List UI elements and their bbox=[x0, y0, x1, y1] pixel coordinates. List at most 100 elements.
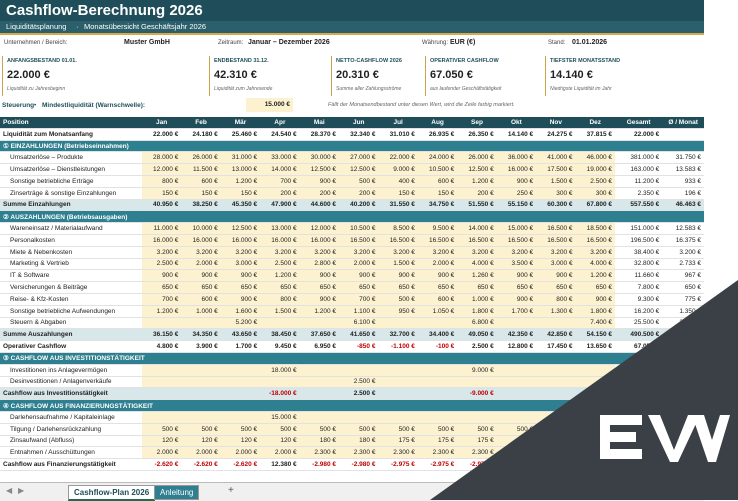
period-value[interactable]: Januar – Dezember 2026 bbox=[248, 39, 330, 46]
cell[interactable]: 2.300 € bbox=[339, 446, 379, 460]
cell[interactable]: 15.000 € bbox=[260, 411, 300, 424]
cell[interactable]: 47.900 € bbox=[260, 199, 300, 212]
cell[interactable]: 150 € bbox=[417, 187, 458, 200]
cell[interactable]: 650 € bbox=[220, 281, 261, 294]
min-liquidity-input[interactable]: 15.000 € bbox=[246, 98, 293, 112]
cell[interactable] bbox=[141, 387, 182, 401]
cell[interactable]: 18.000 € bbox=[260, 364, 300, 377]
cell[interactable]: 800 € bbox=[260, 293, 300, 306]
cell[interactable]: 9.450 € bbox=[260, 340, 300, 353]
cell[interactable]: 2.000 € bbox=[141, 446, 182, 460]
cell[interactable]: 300 € bbox=[575, 187, 615, 200]
cell[interactable] bbox=[181, 317, 221, 330]
cell[interactable]: 32.700 € bbox=[378, 328, 418, 342]
cell[interactable]: 25.460 € bbox=[220, 128, 261, 141]
cell[interactable]: 3.900 € bbox=[181, 340, 221, 353]
cell[interactable]: 2.000 € bbox=[181, 446, 221, 460]
cell[interactable] bbox=[181, 411, 221, 424]
cell[interactable]: 1.200 € bbox=[260, 269, 300, 283]
cell[interactable]: 6.100 € bbox=[339, 317, 379, 330]
cell[interactable]: 650 € bbox=[181, 281, 221, 294]
cell[interactable] bbox=[141, 411, 182, 424]
cell[interactable]: 3.000 € bbox=[220, 258, 261, 271]
cell[interactable]: 12.500 € bbox=[457, 163, 497, 176]
cell[interactable]: 3.000 € bbox=[536, 258, 576, 271]
cell[interactable]: 24.540 € bbox=[260, 128, 300, 141]
cell[interactable]: 16.500 € bbox=[417, 234, 458, 247]
cell[interactable]: 16.000 € bbox=[141, 234, 182, 247]
cell[interactable]: 31.750 € bbox=[662, 151, 704, 165]
cell[interactable] bbox=[141, 317, 182, 330]
cell[interactable]: 151.000 € bbox=[614, 222, 663, 235]
cell[interactable]: 3.200 € bbox=[378, 246, 418, 259]
cell[interactable] bbox=[339, 411, 379, 424]
cell[interactable]: 2.000 € bbox=[339, 258, 379, 271]
cell[interactable]: 2.500 € bbox=[339, 387, 379, 401]
cell[interactable]: -2.620 € bbox=[141, 458, 182, 471]
cell[interactable]: -850 € bbox=[339, 340, 379, 353]
cell[interactable]: 3.200 € bbox=[457, 246, 497, 259]
cell[interactable]: 650 € bbox=[141, 281, 182, 294]
cell[interactable]: 8.500 € bbox=[378, 222, 418, 235]
cell[interactable]: 3.200 € bbox=[299, 246, 340, 259]
cell[interactable]: 36.000 € bbox=[496, 151, 537, 165]
cell[interactable]: 16.500 € bbox=[496, 234, 537, 247]
cell[interactable]: 700 € bbox=[260, 175, 300, 188]
cell[interactable] bbox=[141, 376, 182, 389]
cell[interactable] bbox=[220, 364, 261, 377]
cell[interactable]: 55.150 € bbox=[496, 199, 537, 212]
cell[interactable]: 180 € bbox=[339, 435, 379, 448]
cell[interactable]: 2.300 € bbox=[299, 446, 340, 460]
cell[interactable]: 45.350 € bbox=[220, 199, 261, 212]
cell[interactable]: 16.500 € bbox=[457, 234, 497, 247]
cell[interactable]: 16.500 € bbox=[536, 234, 576, 247]
cell[interactable]: 30.000 € bbox=[299, 151, 340, 165]
cell[interactable]: 500 € bbox=[141, 423, 182, 436]
cell[interactable]: 600 € bbox=[417, 175, 458, 188]
cell[interactable] bbox=[378, 364, 418, 377]
cell[interactable]: 15.000 € bbox=[496, 222, 537, 235]
cell[interactable]: 26.935 € bbox=[417, 128, 458, 141]
cell[interactable]: 11.000 € bbox=[141, 222, 182, 235]
cell[interactable] bbox=[662, 128, 704, 141]
cell[interactable] bbox=[260, 317, 300, 330]
cell[interactable]: 3.200 € bbox=[662, 246, 704, 259]
cell[interactable]: 14.000 € bbox=[457, 222, 497, 235]
cell[interactable]: 2.000 € bbox=[260, 446, 300, 460]
cell[interactable]: 650 € bbox=[299, 281, 340, 294]
cell[interactable]: 31.010 € bbox=[378, 128, 418, 141]
cell[interactable]: 38.450 € bbox=[260, 328, 300, 342]
cell[interactable]: 28.370 € bbox=[299, 128, 340, 141]
company-value[interactable]: Muster GmbH bbox=[124, 39, 170, 46]
cell[interactable]: 16.000 € bbox=[496, 163, 537, 176]
cell[interactable]: 180 € bbox=[299, 435, 340, 448]
cell[interactable]: 3.200 € bbox=[339, 246, 379, 259]
cell[interactable]: 13.000 € bbox=[260, 222, 300, 235]
cell[interactable]: 18.500 € bbox=[575, 222, 615, 235]
cell[interactable]: 12.000 € bbox=[141, 163, 182, 176]
cell[interactable]: 34.350 € bbox=[181, 328, 221, 342]
cell[interactable]: 3.200 € bbox=[220, 246, 261, 259]
cell[interactable]: 150 € bbox=[220, 187, 261, 200]
cell[interactable]: 27.000 € bbox=[339, 151, 379, 165]
cell[interactable]: 46.000 € bbox=[575, 151, 615, 165]
cell[interactable]: 3.200 € bbox=[260, 246, 300, 259]
cell[interactable]: 14.000 € bbox=[260, 163, 300, 176]
cell[interactable]: 12.000 € bbox=[299, 222, 340, 235]
cell[interactable]: 10.500 € bbox=[417, 163, 458, 176]
cell[interactable]: 12.500 € bbox=[339, 163, 379, 176]
cell[interactable]: 200 € bbox=[260, 187, 300, 200]
cell[interactable]: 900 € bbox=[339, 269, 379, 283]
cell[interactable]: 28.000 € bbox=[141, 151, 182, 165]
cell[interactable]: 16.000 € bbox=[220, 234, 261, 247]
cell[interactable]: 22.000 € bbox=[614, 128, 663, 141]
cell[interactable]: 650 € bbox=[339, 281, 379, 294]
cell[interactable]: 196 € bbox=[662, 187, 704, 200]
date-value[interactable]: 01.01.2026 bbox=[572, 39, 607, 46]
cell[interactable] bbox=[339, 364, 379, 377]
cell[interactable] bbox=[299, 364, 340, 377]
cell[interactable]: 16.500 € bbox=[536, 222, 576, 235]
cell[interactable]: 2.500 € bbox=[575, 175, 615, 188]
cell[interactable]: 600 € bbox=[181, 175, 221, 188]
cell[interactable]: 12.380 € bbox=[260, 458, 300, 471]
